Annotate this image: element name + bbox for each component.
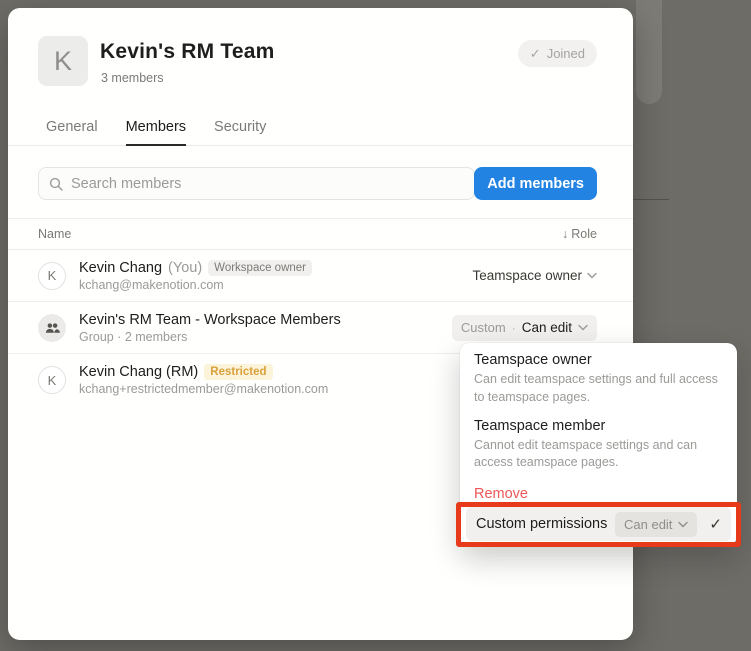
group-subtitle: Group · 2 members	[79, 330, 452, 344]
member-email: kchang@makenotion.com	[79, 278, 472, 292]
role-column-label: Role	[571, 227, 597, 241]
role-prefix: Custom	[461, 320, 506, 335]
can-edit-value: Can edit	[624, 517, 672, 532]
teamspace-avatar: K	[38, 36, 88, 86]
add-members-button[interactable]: Add members	[474, 167, 597, 200]
chevron-down-icon	[587, 272, 597, 279]
avatar: K	[38, 366, 66, 394]
search-icon	[49, 177, 63, 191]
role-value: Can edit	[522, 320, 572, 335]
chevron-down-icon	[578, 324, 588, 331]
role-dropdown-custom-can-edit[interactable]: Custom · Can edit	[452, 315, 597, 341]
search-members-box[interactable]	[38, 167, 475, 200]
option-description: Cannot edit teamspace settings and can a…	[474, 437, 723, 473]
role-value: Teamspace owner	[472, 268, 582, 283]
avatar: K	[38, 262, 66, 290]
name-column-header: Name	[38, 227, 71, 241]
custom-permissions-label: Custom permissions	[476, 516, 615, 532]
member-row-kevin-chang: K Kevin Chang (You) Workspace owner kcha…	[8, 250, 633, 302]
member-info: Kevin Chang (You) Workspace owner kchang…	[79, 260, 472, 292]
member-name: Kevin Chang	[79, 260, 162, 276]
avatar-letter: K	[48, 373, 57, 388]
role-column-header[interactable]: ↓ Role	[562, 227, 597, 241]
sort-arrow-icon: ↓	[562, 227, 568, 241]
menu-option-teamspace-member[interactable]: Teamspace member Cannot edit teamspace s…	[460, 418, 737, 473]
tab-members[interactable]: Members	[126, 110, 186, 146]
joined-label: Joined	[547, 46, 585, 61]
teamspace-title: Kevin's RM Team	[100, 40, 275, 64]
option-description: Can edit teamspace settings and full acc…	[474, 371, 723, 407]
menu-option-remove[interactable]: Remove	[460, 483, 737, 502]
teamspace-member-count: 3 members	[101, 71, 164, 85]
member-name: Kevin Chang (RM)	[79, 364, 198, 380]
role-separator: ·	[512, 321, 516, 335]
members-list-header: Name ↓ Role	[8, 218, 633, 250]
people-icon	[45, 322, 60, 334]
role-menu: Teamspace owner Can edit teamspace setti…	[460, 343, 737, 546]
role-dropdown-teamspace-owner[interactable]: Teamspace owner	[472, 268, 597, 283]
restricted-badge: Restricted	[204, 364, 272, 380]
check-icon: ✓	[530, 46, 541, 62]
joined-button[interactable]: ✓ Joined	[518, 40, 597, 67]
avatar-letter: K	[48, 268, 57, 283]
background-line-artifact	[633, 199, 669, 200]
can-edit-dropdown[interactable]: Can edit	[615, 512, 697, 537]
option-title: Teamspace owner	[474, 352, 723, 368]
tab-security[interactable]: Security	[214, 110, 266, 145]
option-title: Teamspace member	[474, 418, 723, 434]
tab-bar: General Members Security	[8, 110, 633, 146]
teamspace-avatar-letter: K	[54, 46, 72, 77]
tab-general[interactable]: General	[46, 110, 98, 145]
background-scrollbar-artifact	[636, 0, 662, 104]
group-avatar	[38, 314, 66, 342]
workspace-owner-badge: Workspace owner	[208, 260, 312, 276]
menu-option-teamspace-owner[interactable]: Teamspace owner Can edit teamspace setti…	[460, 352, 737, 407]
menu-option-custom-permissions[interactable]: Custom permissions Can edit ✓	[466, 507, 731, 541]
group-name: Kevin's RM Team - Workspace Members	[79, 312, 341, 328]
member-you-suffix: (You)	[168, 260, 202, 276]
selected-check-icon: ✓	[709, 515, 722, 533]
chevron-down-icon	[678, 521, 688, 528]
search-members-input[interactable]	[71, 176, 464, 192]
group-info: Kevin's RM Team - Workspace Members Grou…	[79, 312, 452, 344]
